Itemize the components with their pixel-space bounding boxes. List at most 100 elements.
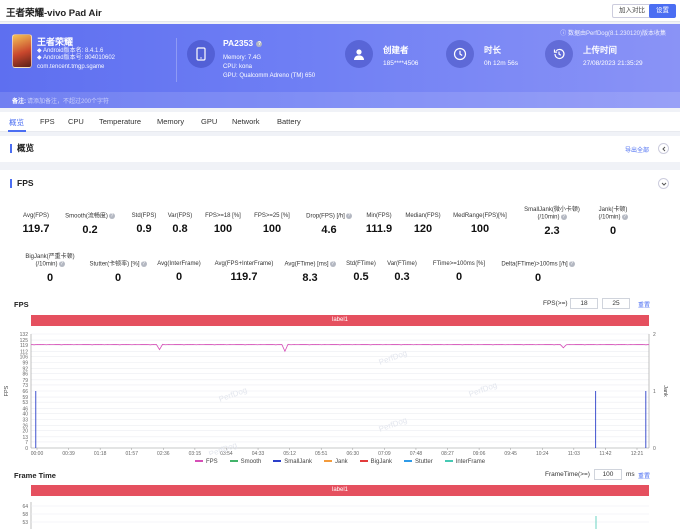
metric-avg-fps-interframe: Avg(FPS+InterFrame) 119.7 bbox=[214, 261, 274, 283]
tab-battery[interactable]: Battery bbox=[277, 117, 301, 126]
x-tick-label: 07:48 bbox=[410, 451, 423, 455]
help-icon[interactable]: ? bbox=[560, 214, 567, 220]
fps-chart-legend: FPS Smooth SmallJank Jank BigJank Stutter Inte… bbox=[0, 459, 680, 465]
help-icon[interactable]: ? bbox=[329, 261, 336, 267]
x-tick-label: 00:39 bbox=[62, 451, 75, 455]
remark-input[interactable]: 请添加备注，不超过200个字符 bbox=[27, 96, 109, 105]
y-tick-label: 73 bbox=[22, 383, 28, 389]
metric-std-fps: Std(FPS) 0.9 bbox=[131, 213, 157, 235]
game-app-icon bbox=[12, 34, 32, 68]
legend-item-jank[interactable]: Jank bbox=[323, 459, 348, 465]
help-icon[interactable]: ? bbox=[58, 261, 65, 267]
metric-stutter: Stutter(卡顿率) [%]? 0 bbox=[89, 261, 147, 284]
top-bar: 王者荣耀-vivo Pad Air 加入对比 设置 bbox=[0, 0, 680, 22]
y-tick-label: 46 bbox=[22, 406, 28, 412]
metric-bigjank: BigJank(严重卡顿) (/10min)? 0 bbox=[25, 254, 75, 284]
tab-overview[interactable]: 概览 bbox=[9, 117, 24, 128]
help-icon[interactable]: ? bbox=[108, 213, 115, 219]
frametime-filter-input[interactable]: 100 bbox=[594, 469, 622, 480]
legend-item-smooth[interactable]: Smooth bbox=[229, 459, 261, 465]
collapse-toggle[interactable] bbox=[658, 143, 669, 154]
fps-filter-input-2[interactable]: 25 bbox=[602, 298, 630, 309]
help-icon[interactable]: ? bbox=[621, 214, 628, 220]
app-version: ◆ Android版本名: 8.4.1.6 ◆ Android版本号: 8040… bbox=[37, 48, 116, 61]
legend-swatch bbox=[404, 460, 413, 463]
remark-bar[interactable]: 备注: 请添加备注，不超过200个字符 bbox=[0, 92, 680, 108]
metric-avg-fps: Avg(FPS) 119.7 bbox=[22, 213, 50, 235]
fps-label-bar[interactable]: label1 bbox=[31, 315, 649, 326]
y-tick-label: 106 bbox=[20, 354, 29, 360]
x-tick-label: 12:21 bbox=[631, 451, 644, 455]
frametime-reset-link[interactable]: 重置 bbox=[638, 471, 650, 480]
tab-memory[interactable]: Memory bbox=[157, 117, 184, 126]
metric-delta-ftime: Delta(FTime)>100ms [/h]? 0 bbox=[501, 261, 575, 284]
y-tick-label: 64 bbox=[22, 504, 28, 510]
legend-item-interframe[interactable]: InterFrame bbox=[444, 459, 486, 465]
history-icon bbox=[545, 40, 573, 68]
tab-gpu[interactable]: GPU bbox=[201, 117, 217, 126]
watermark: PerfDog bbox=[208, 440, 239, 455]
duration-value: 0h 12m 56s bbox=[484, 60, 518, 67]
tab-temperature[interactable]: Temperature bbox=[99, 117, 141, 126]
x-tick-label: 11:42 bbox=[599, 451, 611, 455]
y-tick-label: 66 bbox=[22, 389, 28, 395]
metric-fps-ge-18: FPS>=18 [%] 100 bbox=[205, 213, 241, 235]
help-icon[interactable]: ? bbox=[256, 40, 263, 47]
tablet-icon bbox=[187, 40, 215, 68]
legend-item-stutter[interactable]: Stutter bbox=[404, 459, 433, 465]
legend-label: InterFrame bbox=[455, 459, 486, 465]
y-tick-label: 92 bbox=[22, 367, 28, 373]
legend-label: SmallJank bbox=[284, 459, 312, 465]
help-icon[interactable]: ? bbox=[568, 261, 575, 267]
fps-section-title: FPS bbox=[10, 179, 34, 188]
tab-network[interactable]: Network bbox=[232, 117, 260, 126]
legend-swatch bbox=[444, 460, 453, 463]
user-icon bbox=[345, 40, 373, 68]
y-tick-label: 132 bbox=[20, 332, 29, 338]
x-tick-label: 08:27 bbox=[441, 451, 454, 455]
y-tick-label: 59 bbox=[22, 395, 28, 401]
duration-label: 时长 bbox=[484, 45, 502, 55]
chevron-left-icon bbox=[661, 146, 665, 151]
y-tick-label: 86 bbox=[22, 372, 28, 378]
tab-fps[interactable]: FPS bbox=[40, 117, 55, 126]
frametime-chart[interactable]: 64 58 53 bbox=[0, 500, 680, 529]
y-tick-label: 58 bbox=[22, 512, 28, 518]
fps-reset-link[interactable]: 重置 bbox=[638, 300, 650, 309]
metric-std-ftime: Std(FTime) 0.5 bbox=[346, 261, 376, 283]
y-tick-label: 79 bbox=[22, 378, 28, 384]
fps-filter-input-1[interactable]: 18 bbox=[570, 298, 598, 309]
y-tick-label: 119 bbox=[20, 343, 28, 349]
metric-jank: Jank(卡顿) (/10min)? 0 bbox=[598, 207, 628, 237]
settings-button[interactable]: 设置 bbox=[649, 4, 676, 18]
x-tick-label: 11:03 bbox=[568, 451, 580, 455]
help-icon[interactable]: ? bbox=[345, 213, 352, 219]
tab-cpu[interactable]: CPU bbox=[68, 117, 84, 126]
y-tick-label: 26 bbox=[22, 424, 28, 430]
x-tick-label: 01:57 bbox=[125, 451, 138, 455]
legend-item-bigjank[interactable]: BigJank bbox=[359, 459, 392, 465]
collapse-toggle[interactable] bbox=[658, 178, 669, 189]
overview-title: 概览 bbox=[10, 144, 34, 153]
y2-tick-label: 0 bbox=[653, 446, 656, 452]
frametime-chart-title: Frame Time bbox=[14, 471, 56, 480]
fps-chart[interactable]: 0713202633404653596673798692991061121191… bbox=[0, 327, 680, 455]
export-all-link[interactable]: 导出全部 bbox=[625, 145, 649, 154]
frametime-label-bar[interactable]: label1 bbox=[31, 485, 649, 496]
perfdog-version-note: ⓘ 数据由PerfDog(8.1.230120)版本收集 bbox=[560, 31, 666, 37]
fps-section: FPS Avg(FPS) 119.7 Smooth(流畅度)? 0.2 Std(FP… bbox=[0, 170, 680, 529]
help-icon[interactable]: ? bbox=[140, 261, 147, 267]
legend-item-smalljank[interactable]: SmallJank bbox=[273, 459, 312, 465]
frametime-filter-label: FrameTime(>=) bbox=[545, 471, 590, 478]
metric-ftime-ge-100: FTime>=100ms [%] 0 bbox=[432, 261, 486, 283]
tab-bar: 概览 FPS CPU Temperature Memory GPU Networ… bbox=[0, 112, 680, 132]
active-tab-indicator bbox=[8, 130, 26, 132]
creator-label: 创建者 bbox=[383, 45, 409, 55]
legend-item-fps[interactable]: FPS bbox=[194, 459, 218, 465]
legend-label: Jank bbox=[334, 459, 348, 465]
y-tick-label: 53 bbox=[22, 400, 28, 406]
join-compare-button[interactable]: 加入对比 bbox=[612, 4, 652, 18]
y-tick-label: 7 bbox=[25, 440, 28, 446]
x-tick-label: 05:12 bbox=[283, 451, 296, 455]
y-tick-label: 125 bbox=[20, 338, 29, 344]
